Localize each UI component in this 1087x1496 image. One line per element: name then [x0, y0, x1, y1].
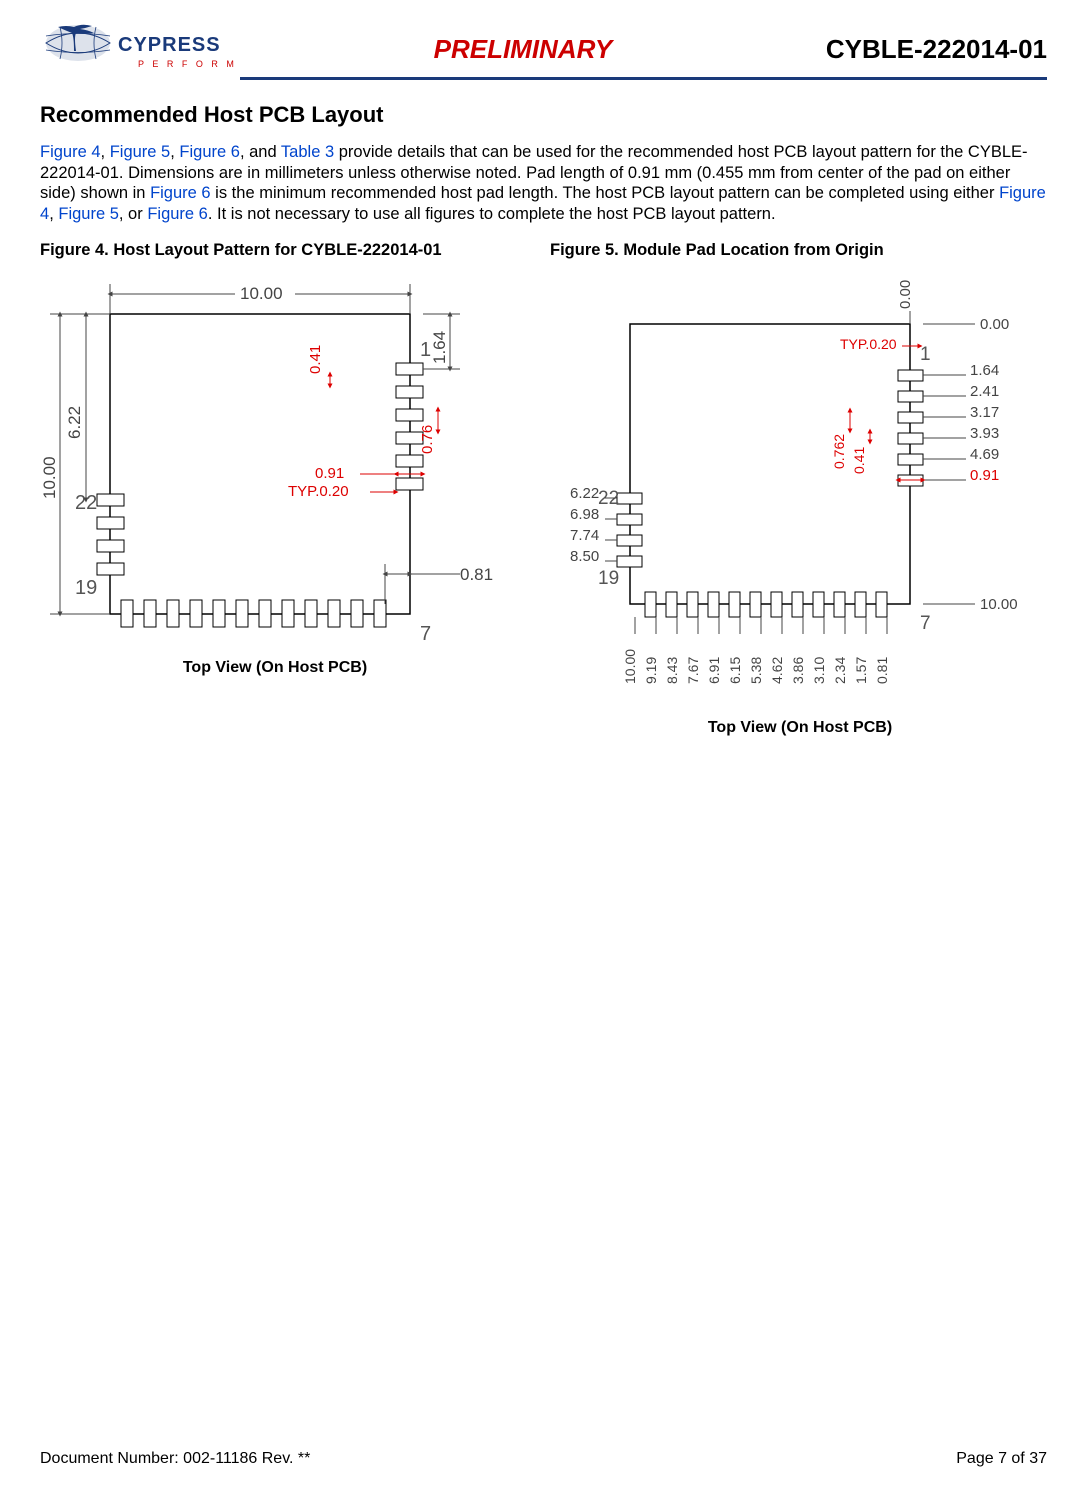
- svg-text:7.67: 7.67: [685, 656, 701, 683]
- link-figure-5b[interactable]: Figure 5: [58, 205, 119, 223]
- figure-4-drawing: 1 7 19 22 10.00 10.00: [40, 274, 510, 644]
- logo-brand-text: CYPRESS: [118, 34, 221, 56]
- svg-text:6.91: 6.91: [706, 656, 722, 683]
- logo: CYPRESS P E R F O R M: [40, 21, 240, 77]
- svg-text:0.41: 0.41: [307, 344, 324, 373]
- svg-text:1.64: 1.64: [430, 330, 449, 363]
- logo-tagline: P E R F O R M: [138, 59, 237, 69]
- figure-5-drawing: 1 7 19 22 0.00 0.00 TYP.0.20 1.64 2.41 3…: [550, 274, 1050, 704]
- figure-4: Figure 4. Host Layout Pattern for CYBLE-…: [40, 241, 510, 737]
- svg-text:3.86: 3.86: [790, 656, 806, 683]
- section-title: Recommended Host PCB Layout: [40, 102, 1047, 128]
- link-figure-5[interactable]: Figure 5: [110, 143, 171, 161]
- page-header: CYPRESS P E R F O R M PRELIMINARY CYBLE-…: [40, 18, 1047, 80]
- svg-text:19: 19: [598, 568, 619, 589]
- svg-text:TYP.0.20: TYP.0.20: [288, 483, 349, 500]
- svg-text:8.43: 8.43: [664, 656, 680, 683]
- page-footer: Document Number: 002-11186 Rev. ** Page …: [40, 1450, 1047, 1468]
- doc-number: Document Number: 002-11186 Rev. **: [40, 1450, 310, 1468]
- figures-row: Figure 4. Host Layout Pattern for CYBLE-…: [40, 241, 1047, 737]
- link-figure-6[interactable]: Figure 6: [179, 143, 240, 161]
- svg-text:0.91: 0.91: [315, 465, 344, 482]
- svg-text:1: 1: [920, 344, 931, 365]
- figure-5-title: Figure 5. Module Pad Location from Origi…: [550, 241, 1050, 260]
- svg-text:8.50: 8.50: [570, 548, 599, 565]
- figure-4-caption: Top View (On Host PCB): [40, 659, 510, 677]
- svg-text:0.762: 0.762: [831, 433, 847, 468]
- svg-text:4.69: 4.69: [970, 446, 999, 463]
- svg-text:0.76: 0.76: [419, 424, 436, 453]
- svg-text:0.91: 0.91: [970, 467, 999, 484]
- svg-text:0.00: 0.00: [980, 316, 1009, 333]
- svg-text:3.17: 3.17: [970, 404, 999, 421]
- svg-text:3.93: 3.93: [970, 425, 999, 442]
- svg-text:7.74: 7.74: [570, 527, 599, 544]
- svg-text:TYP.0.20: TYP.0.20: [840, 336, 897, 352]
- svg-text:5.38: 5.38: [748, 656, 764, 683]
- svg-text:7: 7: [420, 623, 431, 644]
- svg-text:3.10: 3.10: [811, 656, 827, 683]
- header-rule: [240, 77, 1047, 80]
- part-number: CYBLE-222014-01: [806, 34, 1047, 65]
- page-number: Page 7 of 37: [956, 1450, 1047, 1468]
- figure-4-title: Figure 4. Host Layout Pattern for CYBLE-…: [40, 241, 510, 260]
- svg-text:10.00: 10.00: [40, 456, 59, 499]
- svg-text:7: 7: [920, 613, 931, 634]
- preliminary-label: PRELIMINARY: [434, 34, 613, 64]
- svg-text:1.57: 1.57: [853, 656, 869, 683]
- link-figure-4[interactable]: Figure 4: [40, 143, 101, 161]
- figure-5: Figure 5. Module Pad Location from Origi…: [550, 241, 1050, 737]
- svg-text:4.62: 4.62: [769, 656, 785, 683]
- header-middle: PRELIMINARY: [240, 34, 806, 65]
- svg-text:6.22: 6.22: [65, 405, 84, 438]
- svg-text:2.41: 2.41: [970, 383, 999, 400]
- svg-text:6.98: 6.98: [570, 506, 599, 523]
- svg-text:10.00: 10.00: [622, 648, 638, 683]
- svg-text:9.19: 9.19: [643, 656, 659, 683]
- svg-text:1.64: 1.64: [970, 362, 999, 379]
- link-figure-6b[interactable]: Figure 6: [150, 184, 211, 202]
- svg-text:10.00: 10.00: [240, 284, 283, 303]
- figure-5-caption: Top View (On Host PCB): [550, 719, 1050, 737]
- link-table-3[interactable]: Table 3: [281, 143, 334, 161]
- svg-text:0.00: 0.00: [897, 279, 914, 308]
- svg-text:6.22: 6.22: [570, 485, 599, 502]
- svg-text:2.34: 2.34: [832, 656, 848, 683]
- svg-text:6.15: 6.15: [727, 656, 743, 683]
- svg-text:0.81: 0.81: [874, 656, 890, 683]
- svg-text:0.41: 0.41: [851, 446, 867, 473]
- svg-text:10.00: 10.00: [980, 596, 1018, 613]
- intro-paragraph: Figure 4, Figure 5, Figure 6, and Table …: [40, 142, 1047, 225]
- svg-text:19: 19: [75, 577, 97, 599]
- svg-text:0.81: 0.81: [460, 565, 493, 584]
- link-figure-6c[interactable]: Figure 6: [147, 205, 208, 223]
